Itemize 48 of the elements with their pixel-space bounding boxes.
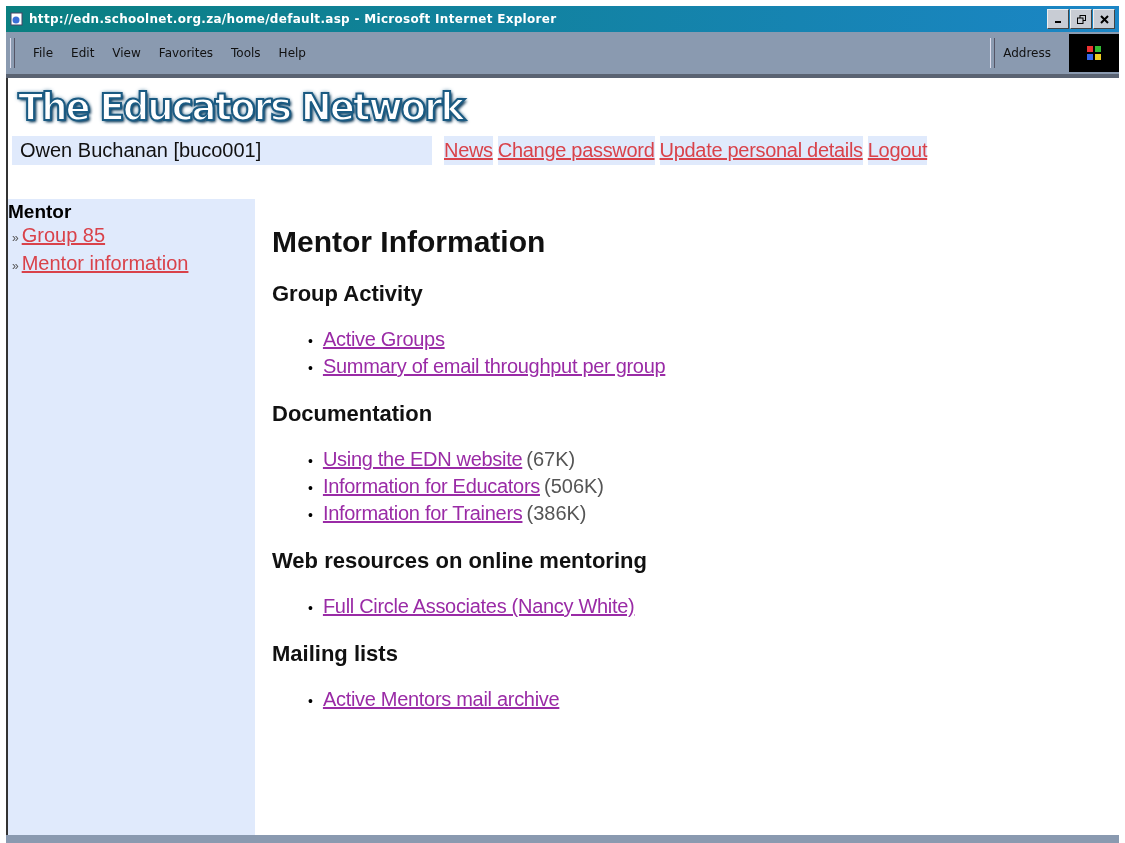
window-title: http://edn.schoolnet.org.za/home/default.asp - Microsoft Internet Explorer (29, 12, 557, 26)
section-heading: Web resources on online mentoring (272, 548, 648, 574)
menu-item[interactable]: Help (278, 46, 306, 60)
document-link[interactable]: Full Circle Associates (Nancy White) (322, 594, 635, 619)
bullet: • (308, 599, 313, 618)
bullet: • (308, 332, 313, 351)
sidebar-link[interactable]: Mentor information (21, 251, 189, 276)
bullet: • (308, 479, 313, 498)
document-link[interactable]: Information for Trainers (322, 501, 523, 526)
file-size: (67K) (526, 447, 576, 472)
document-link[interactable]: Summary of email throughput per group (322, 354, 666, 379)
close-button[interactable] (1093, 9, 1115, 29)
menu-item[interactable]: Tools (231, 46, 261, 60)
bullet: » (12, 258, 19, 275)
restore-button[interactable] (1070, 9, 1092, 29)
nav-link[interactable]: Change password (497, 136, 655, 165)
windows-logo-icon (1069, 34, 1119, 72)
bullet: • (308, 506, 313, 525)
minimize-button[interactable] (1047, 9, 1069, 29)
nav-link[interactable]: Logout (867, 136, 928, 165)
address-label: Address (1003, 46, 1051, 60)
bullet: • (308, 692, 313, 711)
document-link[interactable]: Active Groups (322, 327, 445, 352)
menu-item[interactable]: View (112, 46, 141, 60)
file-size: (386K) (526, 501, 587, 526)
document-link[interactable]: Information for Educators (322, 474, 540, 499)
menu-item[interactable]: Favorites (158, 46, 214, 60)
sidebar-title: Mentor (8, 200, 73, 223)
section-heading: Documentation (272, 401, 434, 427)
document-link[interactable]: Using the EDN website (322, 447, 523, 472)
menu-item[interactable]: File (33, 46, 54, 60)
section-heading: Mailing lists (272, 641, 399, 667)
bullet: • (308, 359, 313, 378)
page-icon (10, 12, 24, 26)
restore-icon (1076, 14, 1086, 24)
user-name: Owen Buchanan [buco001] (12, 136, 432, 165)
nav-link[interactable]: Update personal details (659, 136, 863, 165)
nav-link[interactable]: News (444, 136, 493, 165)
menu-item[interactable]: Edit (71, 46, 95, 60)
close-icon (1099, 14, 1109, 24)
bullet: • (308, 452, 313, 471)
section-heading: Group Activity (272, 281, 424, 307)
page-heading: Mentor Information (272, 225, 547, 259)
file-size: (506K) (543, 474, 604, 499)
document-link[interactable]: Active Mentors mail archive (322, 687, 560, 712)
sidebar-link[interactable]: Group 85 (21, 223, 106, 248)
bullet: » (12, 230, 19, 247)
site-logo: The Educators Network (8, 78, 1119, 130)
